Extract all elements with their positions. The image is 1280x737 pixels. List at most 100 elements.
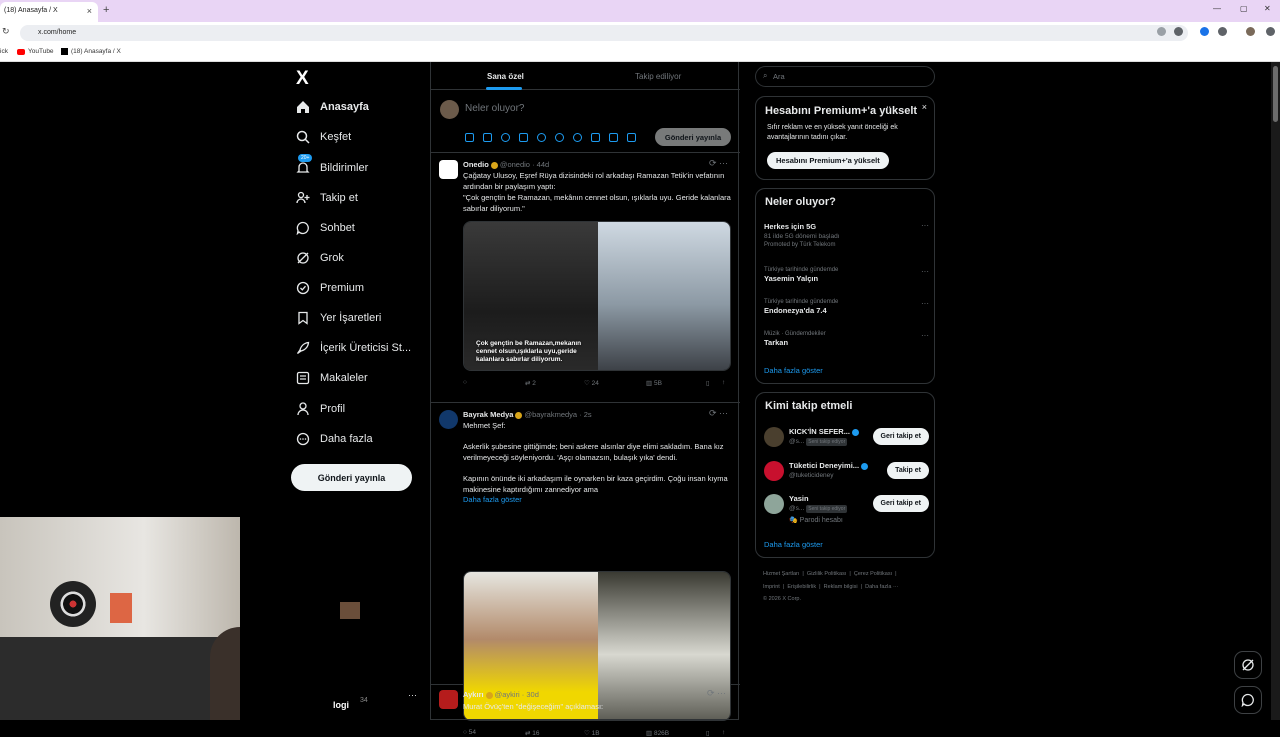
- tweet-more-icon[interactable]: ⟳ ···: [709, 158, 728, 169]
- trend-more-icon[interactable]: ···: [921, 299, 929, 308]
- share-icon[interactable]: ↑: [722, 379, 725, 386]
- grok-float-button[interactable]: [1234, 651, 1262, 679]
- like-button[interactable]: ♡ 24: [584, 379, 599, 387]
- tweet[interactable]: Bayrak Medya @bayrakmedya · 2s ⟳ ··· Mehm…: [431, 404, 740, 737]
- url-input[interactable]: x.com/home: [20, 25, 1188, 41]
- trend-item[interactable]: Herkes için 5G 81 ilde 5G dönemi başladı…: [764, 221, 929, 248]
- follow-suggestion[interactable]: KICK'İN SEFER... @s... Seni takip ediyor …: [764, 427, 929, 455]
- star-icon[interactable]: [1174, 27, 1183, 36]
- follow-name[interactable]: Tüketici Deneyimi...: [789, 461, 870, 470]
- menu-icon[interactable]: [1266, 27, 1275, 36]
- show-more-link[interactable]: Daha fazla göster: [463, 495, 733, 506]
- bookmark-youtube[interactable]: YouTube: [17, 48, 54, 55]
- avatar[interactable]: [764, 494, 784, 514]
- bold-icon[interactable]: [609, 133, 618, 142]
- trend-more-icon[interactable]: ···: [921, 221, 929, 230]
- trend-more-icon[interactable]: ···: [921, 267, 929, 276]
- avatar[interactable]: [1246, 27, 1255, 36]
- author-handle[interactable]: @onedio · 44d: [500, 160, 549, 169]
- author-name[interactable]: Bayrak Medya: [463, 410, 513, 419]
- italic-icon[interactable]: [627, 133, 636, 142]
- views-button[interactable]: ▥ 826B: [646, 729, 669, 737]
- trend-more-icon[interactable]: ···: [921, 331, 929, 340]
- share-icon[interactable]: ↑: [722, 729, 725, 736]
- avatar[interactable]: [764, 427, 784, 447]
- image-icon[interactable]: [465, 133, 474, 142]
- location-icon[interactable]: [573, 133, 582, 142]
- sidebar-item-chat[interactable]: Sohbet: [296, 221, 355, 235]
- sidebar-item-explore[interactable]: Keşfet: [296, 130, 351, 144]
- author-handle[interactable]: @aykiri · 30d: [495, 690, 539, 699]
- author-name[interactable]: Onedio: [463, 160, 489, 169]
- scrollbar-thumb[interactable]: [1273, 66, 1278, 122]
- aykiri-avatar[interactable]: [439, 690, 458, 709]
- close-window-icon[interactable]: ✕: [1264, 4, 1271, 13]
- reload-icon[interactable]: ↻: [2, 26, 10, 37]
- reply-button[interactable]: ○ 54: [463, 729, 476, 736]
- compose-post-button[interactable]: Gönderi yayınla: [655, 128, 731, 146]
- views-button[interactable]: ▥ 5B: [646, 379, 662, 387]
- follow-name[interactable]: KICK'İN SEFER...: [789, 427, 861, 436]
- trend-item[interactable]: Türkiye tarihinde gündemde Endonezya'da …: [764, 299, 929, 315]
- premium-upgrade-button[interactable]: Hesabını Premium+'a yükselt: [767, 152, 889, 169]
- onedio-avatar[interactable]: [439, 160, 458, 179]
- trend-item[interactable]: Müzik · Gündemdekiler Tarkan ···: [764, 331, 929, 347]
- tweet-image[interactable]: Çok gençtin be Ramazan,mekanın cennet ol…: [463, 221, 731, 371]
- trend-item[interactable]: Türkiye tarihinde gündemde Yasemin Yalçı…: [764, 267, 929, 283]
- sidebar-item-creator-studio[interactable]: İçerik Üreticisi St...: [296, 341, 411, 355]
- follow-suggestion[interactable]: Tüketici Deneyimi... @tuketicideney Taki…: [764, 461, 929, 489]
- footer-link[interactable]: Imprint: [763, 584, 780, 590]
- scrollbar[interactable]: [1271, 62, 1280, 720]
- minimize-icon[interactable]: —: [1213, 4, 1221, 13]
- repost-button[interactable]: ⇄ 16: [525, 729, 540, 737]
- tweet-more-icon[interactable]: ⟳ ···: [707, 688, 726, 699]
- tweet[interactable]: Aykırı @aykiri · 30d ⟳ ··· Murat Övüç'ten…: [430, 684, 739, 720]
- tab-for-you[interactable]: Sana özel: [487, 72, 524, 81]
- sidebar-item-notifications[interactable]: 20+ Bildirimler: [296, 154, 368, 175]
- messages-float-button[interactable]: [1234, 686, 1262, 714]
- sidebar-item-grok[interactable]: Grok: [296, 251, 344, 265]
- sidebar-item-more[interactable]: Daha fazla: [296, 432, 373, 446]
- author-name[interactable]: Aykırı: [463, 690, 484, 699]
- footer-link[interactable]: Hizmet Şartları: [763, 571, 799, 577]
- tab-following[interactable]: Takip ediliyor: [635, 72, 681, 81]
- gif-icon[interactable]: [483, 133, 492, 142]
- search-input[interactable]: ⌕ Ara: [755, 66, 935, 87]
- bookmark-icon[interactable]: ▯: [706, 379, 710, 387]
- follow-back-button[interactable]: Geri takip et: [872, 495, 929, 512]
- new-tab-button[interactable]: +: [103, 4, 109, 16]
- reply-button[interactable]: ○: [463, 379, 467, 386]
- close-tab-icon[interactable]: ×: [87, 6, 92, 16]
- footer-link[interactable]: Çerez Politikası: [854, 571, 892, 577]
- post-button[interactable]: Gönderi yayınla: [291, 464, 412, 491]
- schedule-icon[interactable]: [555, 133, 564, 142]
- account-name[interactable]: logi: [333, 700, 349, 710]
- footer-link[interactable]: Erişilebilirlik: [787, 584, 816, 590]
- sidebar-item-bookmarks[interactable]: Yer İşaretleri: [296, 311, 381, 325]
- bookmark-icon[interactable]: ▯: [706, 729, 710, 737]
- sidebar-item-premium[interactable]: Premium: [296, 281, 364, 295]
- footer-link[interactable]: Reklam bilgisi: [824, 584, 858, 590]
- extension-icon[interactable]: [1200, 27, 1209, 36]
- x-logo-icon[interactable]: X: [296, 68, 309, 90]
- grok-image-icon[interactable]: [501, 133, 510, 142]
- author-handle[interactable]: @bayrakmedya · 2s: [524, 410, 591, 419]
- install-icon[interactable]: [1157, 27, 1166, 36]
- repost-button[interactable]: ⇄ 2: [525, 379, 536, 387]
- sidebar-item-articles[interactable]: Makaleler: [296, 371, 368, 385]
- poll-icon[interactable]: [519, 133, 528, 142]
- bayrak-avatar[interactable]: [439, 410, 458, 429]
- follow-show-more-link[interactable]: Daha fazla göster: [764, 540, 823, 549]
- flag-icon[interactable]: [591, 133, 600, 142]
- close-icon[interactable]: ×: [922, 102, 927, 112]
- bookmark-x[interactable]: (18) Anasayfa / X: [61, 48, 121, 55]
- follow-back-button[interactable]: Geri takip et: [872, 428, 929, 445]
- maximize-icon[interactable]: ▢: [1240, 4, 1248, 13]
- emoji-icon[interactable]: [537, 133, 546, 142]
- follow-suggestion[interactable]: Yasin @s... Seni takip ediyor 🎭 Parodi he…: [764, 494, 929, 530]
- avatar[interactable]: [764, 461, 784, 481]
- footer-link[interactable]: Daha fazla ···: [865, 584, 898, 590]
- account-more-icon[interactable]: ···: [408, 690, 417, 700]
- tweet[interactable]: Onedio @onedio · 44d ⟳ ··· Çağatay Ulusoy…: [431, 154, 740, 403]
- follow-button[interactable]: Takip et: [887, 462, 929, 479]
